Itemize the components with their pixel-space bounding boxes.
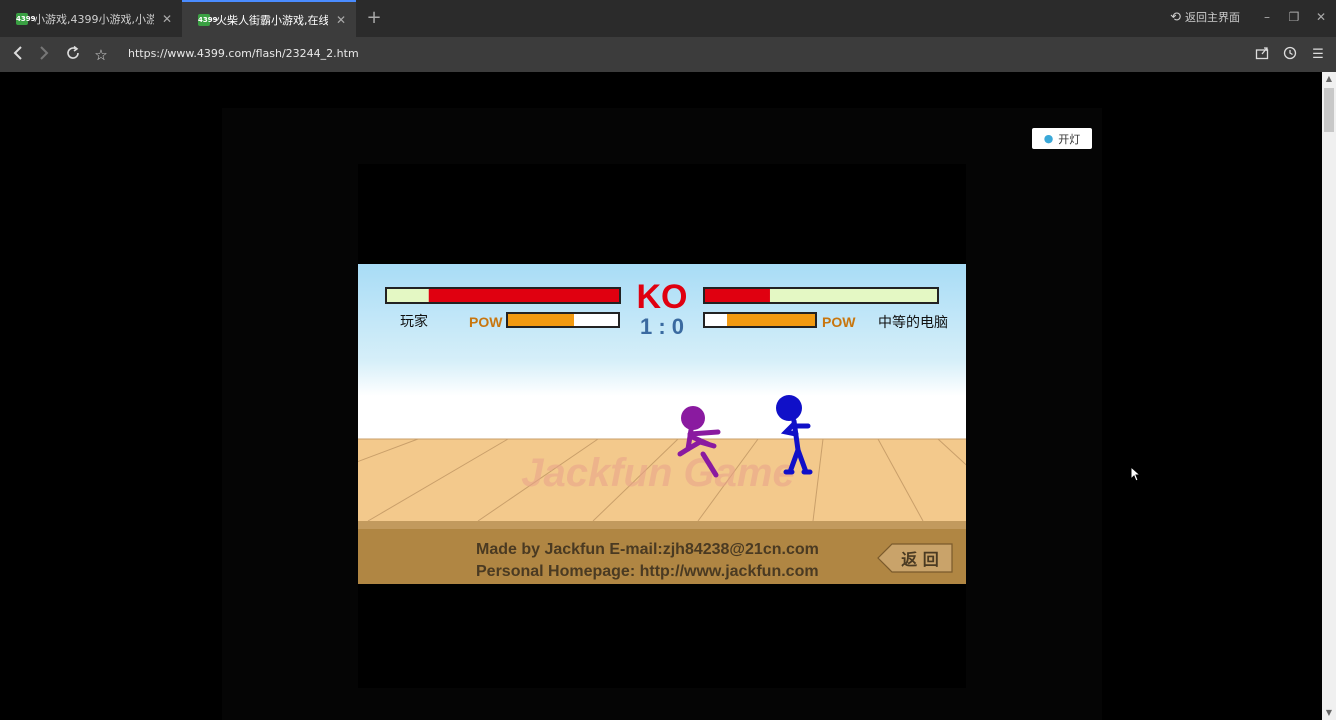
title-bar: 4399 小游戏,4399小游戏,小游... ✕ 4399 火柴人街霸小游戏,在… — [0, 0, 1336, 37]
menu-icon[interactable]: ☰ — [1309, 46, 1327, 64]
restore-icon[interactable]: ❐ — [1285, 8, 1303, 26]
watermark-text: Jackfun Game — [521, 451, 794, 495]
tab-4399-home[interactable]: 4399 小游戏,4399小游戏,小游... ✕ — [0, 0, 182, 37]
game-canvas[interactable]: Jackfun Game Made by Jackfun E-mail:zjh8… — [358, 264, 966, 584]
credits-line-2: Personal Homepage: http://www.jackfun.co… — [476, 563, 819, 580]
lights-toggle-label: 开灯 — [1058, 132, 1081, 146]
scroll-up-arrow-icon[interactable]: ▲ — [1322, 72, 1336, 86]
scrollbar-thumb[interactable] — [1324, 88, 1334, 132]
nav-bar: ☆ https://www.4399.com/flash/23244_2.htm… — [0, 37, 1336, 72]
player-pow-label: POW — [469, 314, 503, 330]
tab-title: 火柴人街霸小游戏,在线... — [216, 13, 328, 27]
back-to-main-label: 返回主界面 — [1185, 11, 1240, 24]
favicon-4399-icon: 4399 — [198, 13, 218, 26]
ko-label: KO — [637, 278, 688, 316]
close-tab-icon[interactable]: ✕ — [162, 12, 172, 26]
back-to-main-button[interactable]: ⟲ 返回主界面 — [1170, 9, 1240, 25]
undo-icon: ⟲ — [1170, 9, 1181, 25]
close-tab-icon[interactable]: ✕ — [336, 13, 346, 27]
history-icon[interactable] — [1281, 46, 1299, 64]
game-scene: Jackfun Game Made by Jackfun E-mail:zjh8… — [358, 264, 966, 584]
favicon-4399-icon: 4399 — [16, 12, 36, 25]
forward-icon[interactable] — [34, 45, 54, 65]
back-icon[interactable] — [8, 45, 28, 65]
vertical-scrollbar[interactable]: ▲ ▼ — [1322, 72, 1336, 720]
cpu-health-fill — [705, 289, 770, 302]
tab-title: 小游戏,4399小游戏,小游... — [34, 12, 154, 26]
player-pow-fill — [508, 314, 574, 326]
cpu-pow-fill — [727, 314, 815, 326]
share-icon[interactable] — [1253, 46, 1271, 64]
new-tab-icon[interactable]: + — [364, 6, 384, 30]
player-health-fill — [428, 289, 619, 302]
cpu-pow-label: POW — [822, 314, 856, 330]
reload-icon[interactable] — [63, 45, 83, 65]
mouse-cursor-icon — [1130, 465, 1142, 486]
minimize-icon[interactable]: – — [1258, 8, 1276, 26]
floor-edge — [358, 521, 966, 529]
address-bar[interactable]: https://www.4399.com/flash/23244_2.htm — [128, 47, 359, 60]
lights-toggle-button[interactable]: ● 开灯 — [1032, 128, 1092, 149]
score-text: 1 : 0 — [640, 314, 684, 339]
credits-line-1: Made by Jackfun E-mail:zjh84238@21cn.com — [476, 541, 819, 558]
player-label: 玩家 — [400, 313, 428, 330]
tab-stickman-game[interactable]: 4399 火柴人街霸小游戏,在线... ✕ — [182, 0, 356, 37]
bookmark-star-icon[interactable]: ☆ — [91, 45, 111, 65]
lightbulb-icon: ● — [1043, 132, 1054, 145]
close-window-icon[interactable]: ✕ — [1312, 8, 1330, 26]
return-button[interactable]: 返 回 — [877, 543, 953, 573]
scroll-down-arrow-icon[interactable]: ▼ — [1322, 706, 1336, 720]
return-button-label: 返 回 — [901, 550, 939, 569]
cpu-label: 中等的电脑 — [878, 314, 948, 331]
